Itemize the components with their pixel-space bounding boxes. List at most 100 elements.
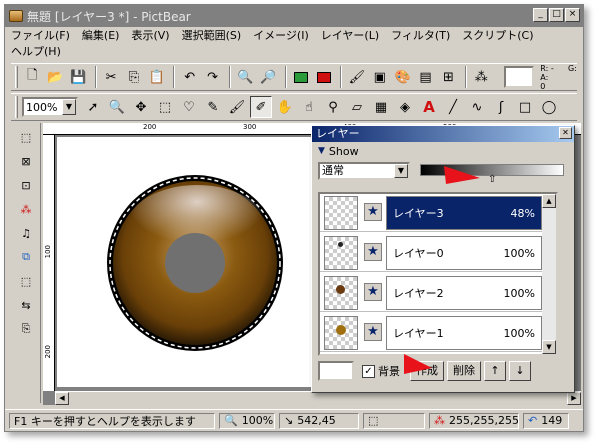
layer-name-cell[interactable]: レイヤー1 100% [386, 316, 542, 350]
open-folder-icon[interactable]: 📂 [45, 66, 66, 88]
rectangle-icon[interactable]: □ [514, 96, 536, 118]
scroll-down-icon[interactable]: ▼ [542, 340, 556, 354]
menu-edit[interactable]: 編集(E) [82, 28, 120, 44]
move-icon[interactable]: ✥ [130, 96, 152, 118]
zoom-out-icon[interactable]: 🔎 [258, 66, 279, 88]
layer-row[interactable]: ★ レイヤー0 100% [320, 234, 544, 272]
save-icon[interactable]: 💾 [68, 66, 89, 88]
curve-icon[interactable]: ∿ [466, 96, 488, 118]
layer-row[interactable]: ★ レイヤー1 100% [320, 314, 544, 352]
menu-help[interactable]: ヘルプ(H) [11, 44, 61, 60]
pen-icon[interactable]: ✎ [202, 96, 224, 118]
menu-file[interactable]: ファイル(F) [11, 28, 70, 44]
visibility-star-icon[interactable]: ★ [364, 243, 382, 261]
bucket-icon[interactable]: ◈ [394, 96, 416, 118]
menu-view[interactable]: 表示(V) [131, 28, 169, 44]
show-toggle[interactable]: ▼ Show [312, 142, 574, 160]
smudge-icon[interactable]: ☝ [298, 96, 320, 118]
close-icon[interactable]: ✕ [559, 127, 572, 139]
navigator-icon[interactable]: ⊞ [438, 66, 459, 88]
new-file-icon[interactable]: 🗋 [22, 66, 43, 88]
status-color-value: 255,255,255 [449, 414, 519, 427]
merge-icon[interactable]: ⎘ [16, 319, 36, 339]
horizontal-scrollbar[interactable]: ◀ ▶ [55, 391, 581, 405]
brush-window-icon[interactable]: 🖌 [346, 66, 367, 88]
zoom-select[interactable]: 100% ▼ [22, 97, 78, 117]
select-cross-icon[interactable]: ⊠ [16, 151, 36, 171]
layer-row[interactable]: ★ レイヤー2 100% [320, 274, 544, 312]
layer-list-scrollbar[interactable]: ▲ ▼ [542, 194, 556, 354]
transfer-icon[interactable]: ⇆ [16, 295, 36, 315]
checkmark-icon[interactable]: ✓ [362, 364, 375, 378]
redo-icon[interactable]: ↷ [202, 66, 223, 88]
layer-name-cell[interactable]: レイヤー2 100% [386, 276, 542, 310]
minimize-button[interactable]: _ [533, 8, 548, 22]
layer-window-icon[interactable]: ▣ [369, 66, 390, 88]
copy-layer-icon[interactable]: ⧉ [16, 247, 36, 267]
toolbar-grip[interactable] [15, 96, 18, 118]
cut-icon[interactable]: ✂ [101, 66, 122, 88]
layer-row[interactable]: ★ レイヤー3 48% [320, 194, 544, 232]
tool-window-icon[interactable]: ▤ [415, 66, 436, 88]
select-center-icon[interactable]: ⊡ [16, 175, 36, 195]
menu-image[interactable]: イメージ(I) [253, 28, 309, 44]
close-button[interactable]: × [565, 8, 580, 22]
copy-icon[interactable]: ⎘ [123, 66, 144, 88]
grid-icon[interactable]: ⁂ [471, 66, 492, 88]
select-rect-icon[interactable]: ⬚ [16, 127, 36, 147]
create-layer-button[interactable]: 作成 [410, 361, 444, 381]
ellipse-icon[interactable]: ◯ [538, 96, 560, 118]
zoom-tool-icon[interactable]: 🔍 [106, 96, 128, 118]
layer-controls: 通常 ▼ ⇧ [312, 160, 574, 185]
scroll-right-icon[interactable]: ▶ [567, 392, 581, 405]
bezier-icon[interactable]: ʃ [490, 96, 512, 118]
fill-icon[interactable]: ▦ [370, 96, 392, 118]
menu-script[interactable]: スクリプト(C) [462, 28, 533, 44]
layer-palette-titlebar[interactable]: レイヤー ✕ [312, 126, 574, 142]
show-label: Show [328, 144, 359, 158]
background-swatch[interactable] [318, 361, 354, 381]
visibility-star-icon[interactable]: ★ [364, 283, 382, 301]
move-layer-down-button[interactable]: ↓ [509, 361, 531, 381]
move-layer-up-button[interactable]: ↑ [484, 361, 506, 381]
slider-thumb-icon[interactable]: ⇧ [488, 174, 496, 185]
g-label: G: [567, 63, 577, 73]
menu-filter[interactable]: フィルタ(T) [391, 28, 450, 44]
lasso-icon[interactable]: ♡ [178, 96, 200, 118]
marquee-icon[interactable]: ⬚ [16, 271, 36, 291]
menu-selection[interactable]: 選択範囲(S) [182, 28, 242, 44]
image-icon[interactable] [291, 66, 312, 88]
text-tool-icon[interactable]: A [418, 96, 440, 118]
hand-icon[interactable]: ✋ [274, 96, 296, 118]
chevron-down-icon[interactable]: ▼ [394, 164, 408, 178]
layer-list[interactable]: ★ レイヤー3 48% ★ レイヤー0 100% ★ レイヤー2 100% ★ … [318, 192, 558, 356]
undo-icon[interactable]: ↶ [179, 66, 200, 88]
eraser-icon[interactable]: ▱ [346, 96, 368, 118]
menu-layer[interactable]: レイヤー(L) [321, 28, 379, 44]
delete-layer-button[interactable]: 削除 [447, 361, 481, 381]
dropper-icon[interactable]: ⚲ [322, 96, 344, 118]
scroll-left-icon[interactable]: ◀ [55, 392, 69, 405]
zoom-in-icon[interactable]: 🔍 [235, 66, 256, 88]
pointer-icon[interactable]: ➚ [82, 96, 104, 118]
red-rect-icon[interactable] [314, 66, 335, 88]
background-checkbox[interactable]: ✓ 背景 [362, 363, 400, 379]
note-icon[interactable]: ♫ [16, 223, 36, 243]
toolbar-separator [228, 66, 231, 88]
brush-icon[interactable]: 🖌 [226, 96, 248, 118]
colors-icon[interactable]: ⁂ [16, 199, 36, 219]
palette-window-icon[interactable]: 🎨 [392, 66, 413, 88]
rect-select-icon[interactable]: ⬚ [154, 96, 176, 118]
paste-icon[interactable]: 📋 [146, 66, 167, 88]
maximize-button[interactable]: □ [549, 8, 564, 22]
layer-name-cell[interactable]: レイヤー0 100% [386, 236, 542, 270]
blend-mode-select[interactable]: 通常 ▼ [318, 162, 410, 180]
visibility-star-icon[interactable]: ★ [364, 203, 382, 221]
visibility-star-icon[interactable]: ★ [364, 323, 382, 341]
airbrush-icon[interactable]: ✐ [250, 96, 272, 118]
line-icon[interactable]: ╱ [442, 96, 464, 118]
toolbar-grip[interactable] [15, 66, 18, 88]
chevron-down-icon[interactable]: ▼ [62, 99, 76, 115]
scroll-up-icon[interactable]: ▲ [542, 194, 556, 208]
layer-name-cell[interactable]: レイヤー3 48% [386, 196, 542, 230]
